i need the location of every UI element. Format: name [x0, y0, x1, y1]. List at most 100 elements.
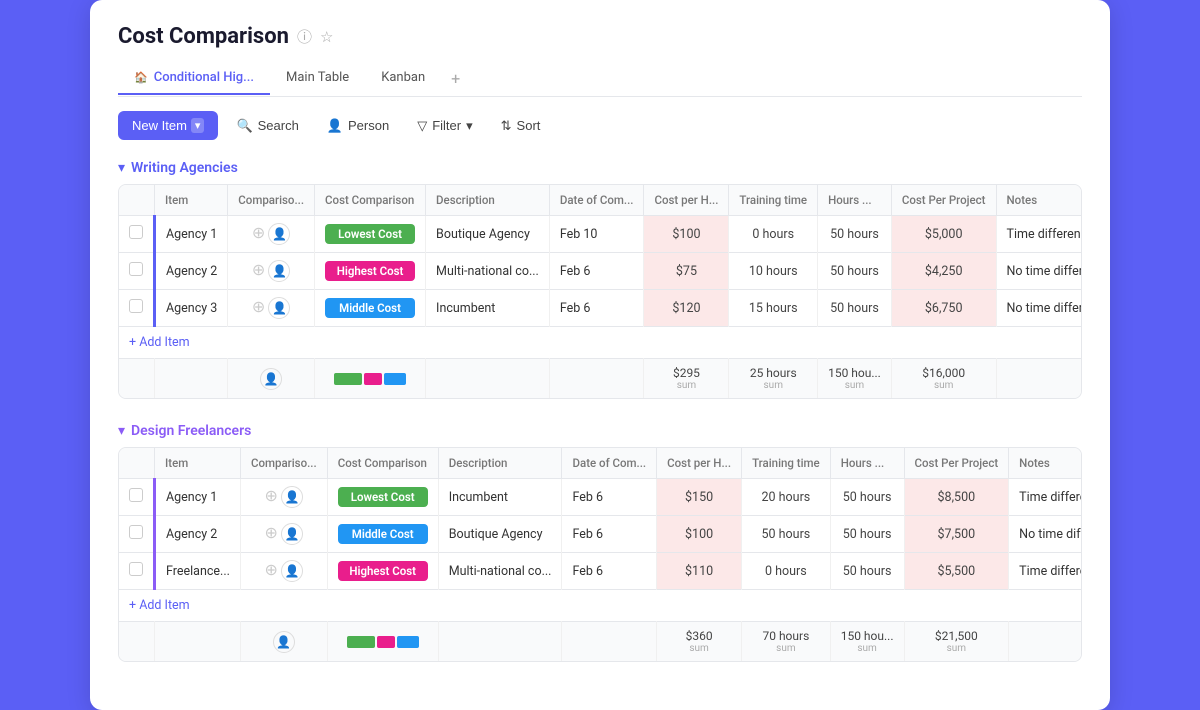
sum-label: sum: [915, 643, 999, 654]
checkbox[interactable]: [129, 562, 143, 576]
add-person-icon[interactable]: ⊕: [252, 223, 265, 242]
td-compariso: ⊕ 👤: [240, 479, 327, 516]
td-hours: 50 hours: [818, 290, 892, 327]
td-hours: 50 hours: [830, 479, 904, 516]
person-avatar: 👤: [281, 523, 303, 545]
add-tab-button[interactable]: +: [441, 61, 470, 96]
person-button[interactable]: 👤 Person: [317, 112, 399, 140]
td-cost-per-h: $100: [657, 516, 742, 553]
td-training: 15 hours: [729, 290, 818, 327]
tab-kanban[interactable]: Kanban: [365, 62, 441, 95]
td-description: Multi-national co...: [438, 553, 562, 590]
cost-badge: Lowest Cost: [338, 487, 428, 507]
td-check[interactable]: [119, 479, 155, 516]
sort-button[interactable]: ⇅ Sort: [491, 112, 551, 140]
td-cost-per-h: $150: [657, 479, 742, 516]
toolbar: New Item ▾ 🔍 Search 👤 Person ▽ Filter ▾ …: [118, 111, 1082, 140]
td-hours: 50 hours: [818, 253, 892, 290]
person-avatar: 👤: [281, 560, 303, 582]
td-check[interactable]: [119, 553, 155, 590]
td-hours: 50 hours: [818, 216, 892, 253]
td-hours: 50 hours: [830, 553, 904, 590]
th-cost-per-h-design: Cost per H...: [657, 448, 742, 479]
td-badge: Middle Cost: [315, 290, 426, 327]
sum-row-writing: 👤 $295 sum: [119, 359, 1082, 399]
th-cost-comparison-writing: Cost Comparison: [315, 185, 426, 216]
sum-row-design: 👤 $360 sum: [119, 622, 1082, 662]
add-item-label-design[interactable]: + Add Item: [119, 590, 1082, 622]
tab-main-table[interactable]: Main Table: [270, 62, 365, 95]
filter-button[interactable]: ▽ Filter ▾: [407, 112, 482, 140]
sum-label: sum: [654, 380, 718, 391]
person-icon: 👤: [327, 118, 343, 134]
add-person-icon[interactable]: ⊕: [265, 560, 278, 579]
checkbox[interactable]: [129, 525, 143, 539]
th-hours-design: Hours ...: [830, 448, 904, 479]
color-pink: [364, 373, 382, 385]
sum-label: sum: [828, 380, 881, 391]
td-item: Agency 2: [155, 516, 241, 553]
td-sum-cost-h: $295 sum: [644, 359, 729, 399]
td-sum-training: 25 hours sum: [729, 359, 818, 399]
new-item-dropdown-arrow[interactable]: ▾: [191, 118, 205, 133]
td-training: 0 hours: [742, 553, 831, 590]
writing-agencies-section: ▾ Writing Agencies Item Compariso... Cos…: [118, 160, 1082, 399]
td-date: Feb 6: [549, 290, 644, 327]
td-item: Agency 3: [155, 290, 228, 327]
add-person-icon[interactable]: ⊕: [252, 297, 265, 316]
td-badge: Highest Cost: [315, 253, 426, 290]
add-person-icon[interactable]: ⊕: [265, 486, 278, 505]
new-item-button[interactable]: New Item ▾: [118, 111, 218, 140]
th-description-design: Description: [438, 448, 562, 479]
search-button[interactable]: 🔍 Search: [226, 112, 308, 140]
td-check[interactable]: [119, 216, 155, 253]
td-date: Feb 6: [562, 479, 657, 516]
td-cost-project: $8,500: [904, 479, 1009, 516]
add-person-icon[interactable]: ⊕: [252, 260, 265, 279]
title-row: Cost Comparison ⓘ ☆: [118, 24, 1082, 49]
design-freelancers-title: Design Freelancers: [131, 423, 251, 439]
td-description: Incumbent: [438, 479, 562, 516]
star-icon[interactable]: ☆: [320, 28, 333, 46]
td-notes: No time difference: [996, 253, 1082, 290]
person-avatar: 👤: [268, 260, 290, 282]
th-item-writing: Item: [155, 185, 228, 216]
td-item: Freelance...: [155, 553, 241, 590]
add-item-label[interactable]: + Add Item: [119, 327, 1082, 359]
td-date: Feb 6: [549, 253, 644, 290]
td-cost-project: $4,250: [891, 253, 996, 290]
writing-agencies-header-row: Item Compariso... Cost Comparison Descri…: [119, 185, 1082, 216]
design-freelancers-toggle[interactable]: ▾: [118, 423, 125, 439]
td-sum-date: [562, 622, 657, 662]
add-item-row-design[interactable]: + Add Item: [119, 590, 1082, 622]
writing-agencies-toggle[interactable]: ▾: [118, 160, 125, 176]
td-check[interactable]: [119, 253, 155, 290]
td-cost-per-h: $100: [644, 216, 729, 253]
td-sum-notes: [996, 359, 1082, 399]
color-blue: [397, 636, 419, 648]
add-person-icon[interactable]: ⊕: [265, 523, 278, 542]
writing-agencies-table: Item Compariso... Cost Comparison Descri…: [119, 185, 1082, 398]
tab-conditional[interactable]: 🏠 Conditional Hig...: [118, 62, 270, 95]
td-check[interactable]: [119, 516, 155, 553]
add-item-row-writing[interactable]: + Add Item: [119, 327, 1082, 359]
td-date: Feb 6: [562, 553, 657, 590]
table-row: Agency 1 ⊕ 👤 Lowest Cost Incumbent Feb 6…: [119, 479, 1082, 516]
td-notes: Time difference +7 hours: [996, 216, 1082, 253]
checkbox[interactable]: [129, 225, 143, 239]
checkbox[interactable]: [129, 488, 143, 502]
color-green: [347, 636, 375, 648]
th-check-design: [119, 448, 155, 479]
th-compariso-design: Compariso...: [240, 448, 327, 479]
td-cost-per-h: $110: [657, 553, 742, 590]
td-notes: Time difference +7 hours: [1009, 479, 1082, 516]
th-notes-writing: Notes: [996, 185, 1082, 216]
checkbox[interactable]: [129, 299, 143, 313]
info-icon[interactable]: ⓘ: [297, 26, 312, 47]
checkbox[interactable]: [129, 262, 143, 276]
td-sum-check: [119, 359, 155, 399]
td-check[interactable]: [119, 290, 155, 327]
tabs: 🏠 Conditional Hig... Main Table Kanban +: [118, 61, 1082, 97]
writing-agencies-table-wrap: Item Compariso... Cost Comparison Descri…: [118, 184, 1082, 399]
td-sum-person: 👤: [240, 622, 327, 662]
